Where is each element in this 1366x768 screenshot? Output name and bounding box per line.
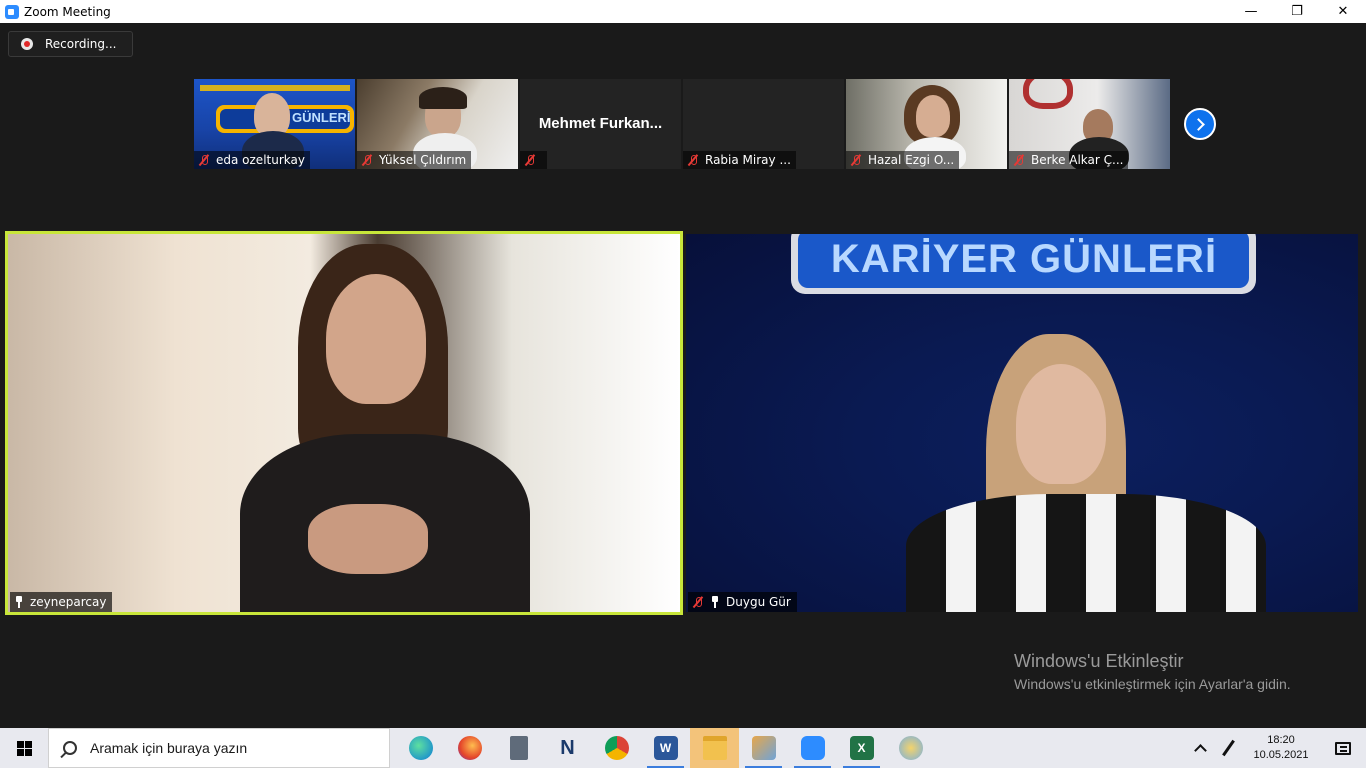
mic-muted-icon [198, 154, 210, 166]
nx-icon: N [560, 736, 575, 759]
title-bar: Zoom Meeting — ❐ ✕ [0, 0, 1366, 23]
chrome-icon [604, 736, 629, 760]
taskbar-search[interactable]: Aramak için buraya yazın [48, 728, 390, 768]
show-hidden-icons-button[interactable] [1186, 728, 1214, 768]
word-icon: W [653, 736, 678, 760]
calculator-icon [509, 736, 528, 760]
recording-label: Recording... [45, 37, 117, 51]
pen-icon [1221, 739, 1235, 757]
participant-name: Hazal Ezgi O... [868, 153, 955, 167]
participant-name: Yüksel Çıldırım [379, 153, 467, 167]
participant-body [906, 494, 1266, 612]
participant-hands [308, 504, 428, 574]
main-video-tile[interactable]: KARİYER GÜNLERİ Duygu Gür [686, 234, 1358, 612]
meeting-area: Recording... GÜNLERİ eda ozelturkay Yüks… [0, 23, 1366, 728]
pen-workspace-button[interactable] [1214, 728, 1242, 768]
search-icon [63, 741, 77, 755]
zoom-app-icon [5, 4, 19, 19]
participant-thumbnail[interactable]: Berke Alkar Ç... [1009, 79, 1170, 169]
clock-date: 10.05.2021 [1253, 749, 1309, 761]
system-tray: 18:20 10.05.2021 [1186, 728, 1366, 768]
recording-indicator[interactable]: Recording... [8, 31, 133, 57]
chevron-right-icon [1192, 117, 1205, 131]
participant-face [1016, 364, 1106, 484]
file-explorer-icon [702, 736, 727, 760]
taskbar: Aramak için buraya yazın N W X 18:20 10.… [0, 728, 1366, 768]
taskbar-clock[interactable]: 18:20 10.05.2021 [1242, 733, 1320, 763]
taskbar-apps: N W X [396, 728, 935, 768]
record-icon [21, 38, 33, 50]
windows-logo-icon [16, 740, 32, 756]
watermark-title: Windows'u Etkinleştir [1014, 651, 1184, 671]
participant-name: Berke Alkar Ç... [1031, 153, 1124, 167]
taskbar-app-paint-brush[interactable] [886, 728, 935, 768]
participant-name: eda ozelturkay [216, 153, 305, 167]
mic-muted-icon [687, 154, 699, 166]
window-title: Zoom Meeting [24, 4, 111, 19]
mic-muted-icon [692, 596, 704, 608]
participant-thumbnail[interactable]: GÜNLERİ eda ozelturkay [194, 79, 355, 169]
mic-muted-icon [1013, 154, 1025, 166]
participant-thumbnail[interactable]: Mehmet Furkan... [520, 79, 681, 169]
participant-display-name: Mehmet Furkan... [538, 115, 663, 132]
thumbnail-name-chip: Hazal Ezgi O... [846, 151, 960, 169]
taskbar-app-chrome[interactable] [592, 728, 641, 768]
taskbar-app-edge[interactable] [396, 728, 445, 768]
restore-button[interactable]: ❐ [1274, 0, 1320, 23]
excel-icon: X [849, 736, 874, 760]
event-banner-text: KARİYER GÜNLERİ [830, 236, 1218, 281]
wall-decor [1023, 79, 1073, 109]
participant-hair [419, 87, 467, 109]
thumbnail-name-chip [520, 151, 547, 169]
minimize-button[interactable]: — [1228, 0, 1274, 23]
action-center-button[interactable] [1320, 728, 1366, 768]
participant-name: Duygu Gür [726, 595, 791, 609]
taskbar-app-calculator[interactable] [494, 728, 543, 768]
participant-thumbnail[interactable]: Rabia Miray ... [683, 79, 844, 169]
taskbar-app-file-explorer[interactable] [690, 728, 739, 768]
video-name-chip: zeyneparcay [10, 592, 113, 612]
taskbar-app-firefox[interactable] [445, 728, 494, 768]
thumbnail-name-chip: eda ozelturkay [194, 151, 310, 169]
taskbar-app-nx[interactable]: N [543, 728, 592, 768]
thumbnail-name-chip: Yüksel Çıldırım [357, 151, 472, 169]
start-button[interactable] [0, 728, 48, 768]
mic-muted-icon [524, 154, 536, 166]
watermark-subtitle: Windows'u etkinleştirmek için Ayarlar'a … [1014, 676, 1291, 692]
participant-name: Rabia Miray ... [705, 153, 791, 167]
zoom-icon [800, 736, 825, 760]
search-placeholder: Aramak için buraya yazın [90, 740, 248, 756]
paint-brush-icon [898, 736, 923, 760]
participant-thumbnail-strip: GÜNLERİ eda ozelturkay Yüksel Çıldırım M… [194, 79, 1170, 169]
taskbar-app-word[interactable]: W [641, 728, 690, 768]
clock-time: 18:20 [1267, 734, 1295, 746]
next-page-button[interactable] [1184, 108, 1216, 140]
mic-muted-icon [361, 154, 373, 166]
participant-thumbnail[interactable]: Hazal Ezgi O... [846, 79, 1007, 169]
window-controls: — ❐ ✕ [1228, 0, 1366, 23]
pin-icon [710, 596, 720, 608]
participant-name: zeyneparcay [30, 595, 107, 609]
main-video-tile[interactable]: zeyneparcay [5, 231, 683, 615]
pin-icon [14, 596, 24, 608]
chevron-up-icon [1193, 744, 1207, 757]
mic-muted-icon [850, 154, 862, 166]
thumbnail-name-chip: Berke Alkar Ç... [1009, 151, 1129, 169]
participant-thumbnail[interactable]: Yüksel Çıldırım [357, 79, 518, 169]
participant-face [326, 274, 426, 404]
thumbnail-name-chip: Rabia Miray ... [683, 151, 796, 169]
firefox-icon [457, 736, 482, 760]
edge-icon [408, 736, 433, 760]
taskbar-app-paint[interactable] [739, 728, 788, 768]
paint-icon [751, 736, 776, 760]
notification-icon [1335, 741, 1351, 755]
taskbar-app-excel[interactable]: X [837, 728, 886, 768]
thumb-banner-text: GÜNLERİ [292, 110, 351, 125]
close-button[interactable]: ✕ [1320, 0, 1366, 23]
thumb-banner-stripe [200, 85, 350, 91]
windows-activation-watermark: Windows'u Etkinleştir Windows'u etkinleş… [1014, 651, 1291, 692]
video-name-chip: Duygu Gür [688, 592, 797, 612]
taskbar-app-zoom[interactable] [788, 728, 837, 768]
participant-face [916, 95, 950, 137]
